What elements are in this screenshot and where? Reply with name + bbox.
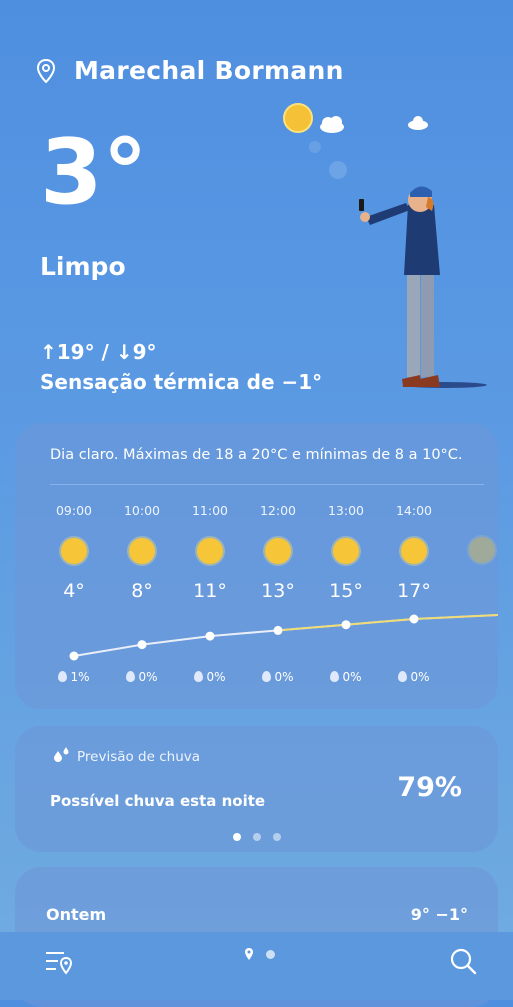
page-dot <box>272 833 281 841</box>
cloud-illustration-icon <box>320 116 344 133</box>
current-temperature: 3° <box>40 120 148 225</box>
sun-illustration-icon <box>283 103 313 133</box>
current-location-pin-icon <box>245 948 253 960</box>
temperature-point <box>69 651 79 661</box>
location-pin-icon <box>36 58 56 83</box>
page-dot-active <box>232 833 241 841</box>
temperature-point <box>409 614 419 624</box>
temperature-line <box>73 614 498 657</box>
manage-locations-icon[interactable] <box>44 948 74 976</box>
rain-forecast-message: Possível chuva esta noite <box>50 792 266 810</box>
rain-forecast-card[interactable]: Previsão de chuva Possível chuva esta no… <box>15 726 498 852</box>
temperature-point <box>273 625 283 635</box>
current-condition: Limpo <box>40 252 126 281</box>
page-dot <box>266 949 275 959</box>
yesterday-label: Ontem <box>46 905 107 924</box>
temperature-graph <box>69 614 498 661</box>
temperature-line-warm <box>277 614 498 632</box>
page-dot <box>252 833 261 841</box>
rain-forecast-title: Previsão de chuva <box>77 749 201 765</box>
location-header[interactable]: Marechal Bormann <box>36 56 344 85</box>
cloud-illustration-icon <box>408 116 428 130</box>
card-page-indicator <box>15 826 498 845</box>
bottom-navigation-bar <box>0 932 513 1000</box>
rain-probability: 79% <box>397 772 462 803</box>
temperature-point <box>205 631 215 641</box>
rain-drops-icon <box>54 747 69 762</box>
weather-illustration <box>283 103 487 388</box>
location-name: Marechal Bormann <box>74 56 344 85</box>
temperature-point <box>341 620 351 630</box>
high-low-temperature: ↑19° / ↓9° <box>40 340 157 364</box>
yesterday-values: 9° −1° <box>410 905 468 924</box>
location-page-indicator <box>244 948 275 960</box>
search-icon[interactable] <box>449 947 477 975</box>
divider <box>50 484 484 485</box>
temperature-point <box>137 640 147 650</box>
hourly-forecast-card[interactable]: Dia claro. Máximas de 18 a 20°C e mínima… <box>15 423 498 709</box>
daily-summary: Dia claro. Máximas de 18 a 20°C e mínima… <box>50 447 463 463</box>
